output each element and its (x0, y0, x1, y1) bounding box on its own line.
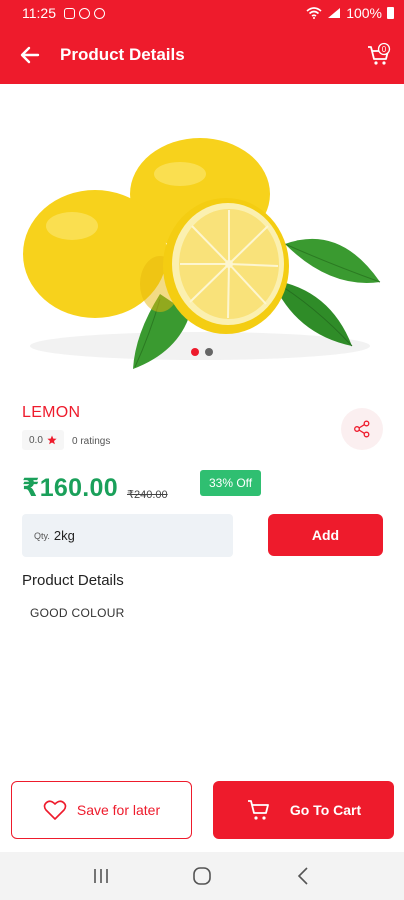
add-button[interactable]: Add (268, 514, 383, 556)
page-title: Product Details (60, 45, 185, 64)
original-price: ₹240.00 (127, 489, 168, 501)
back-nav-button[interactable] (283, 856, 323, 896)
signal-icon (328, 8, 341, 18)
battery-icon (387, 7, 394, 19)
rating-badge: 0.0 (22, 430, 64, 450)
home-icon (193, 867, 211, 885)
carousel-dot[interactable] (205, 348, 213, 356)
battery-percent: 100% (346, 5, 382, 21)
status-time: 11:25 (22, 5, 56, 21)
rating-value: 0.0 (29, 434, 43, 446)
cart-count: 0 (382, 45, 387, 54)
go-to-cart-button[interactable]: Go To Cart (213, 781, 394, 839)
app-bar: Product Details 0 (0, 26, 404, 84)
quantity-selector[interactable]: Qty. 2kg (22, 514, 233, 557)
back-arrow-icon (20, 46, 40, 64)
carousel-dots (0, 348, 404, 356)
system-nav-bar (0, 852, 404, 900)
app-notification-icon (94, 7, 105, 19)
lemon-illustration (23, 138, 381, 369)
qty-value: 2kg (53, 528, 75, 543)
back-button[interactable] (0, 26, 60, 84)
save-for-later-label: Save for later (76, 802, 161, 818)
cart-icon (247, 800, 269, 820)
qty-label: Qty. (34, 530, 50, 541)
heart-icon (43, 800, 67, 820)
go-to-cart-label: Go To Cart (289, 802, 362, 818)
product-image[interactable] (0, 84, 404, 384)
share-button[interactable] (341, 408, 383, 450)
star-icon (47, 435, 57, 445)
gallery-notification-icon (64, 7, 75, 19)
header-cart-button[interactable]: 0 (364, 40, 394, 70)
screen: 11:25 100% Product Details 0 LEMON 0.0 0… (0, 0, 404, 900)
carousel-dot-active[interactable] (191, 348, 199, 356)
share-icon (354, 420, 370, 438)
ratings-count: 0 ratings (72, 436, 111, 447)
product-price: ₹160.00 (22, 474, 118, 502)
recents-icon (93, 869, 108, 883)
product-name: LEMON (22, 404, 81, 421)
save-for-later-button[interactable]: Save for later (11, 781, 192, 839)
app-notification-icon (79, 7, 90, 19)
status-right: 100% (306, 5, 394, 21)
home-button[interactable] (182, 856, 222, 896)
recents-button[interactable] (81, 856, 121, 896)
cart-icon: 0 (368, 42, 391, 65)
status-left: 11:25 (22, 5, 105, 21)
wifi-icon (306, 7, 322, 19)
back-nav-icon (298, 867, 308, 885)
discount-badge: 33% Off (200, 470, 262, 496)
status-bar: 11:25 100% (0, 0, 404, 26)
details-heading: Product Details (22, 572, 124, 589)
details-text: GOOD COLOUR (30, 606, 125, 620)
